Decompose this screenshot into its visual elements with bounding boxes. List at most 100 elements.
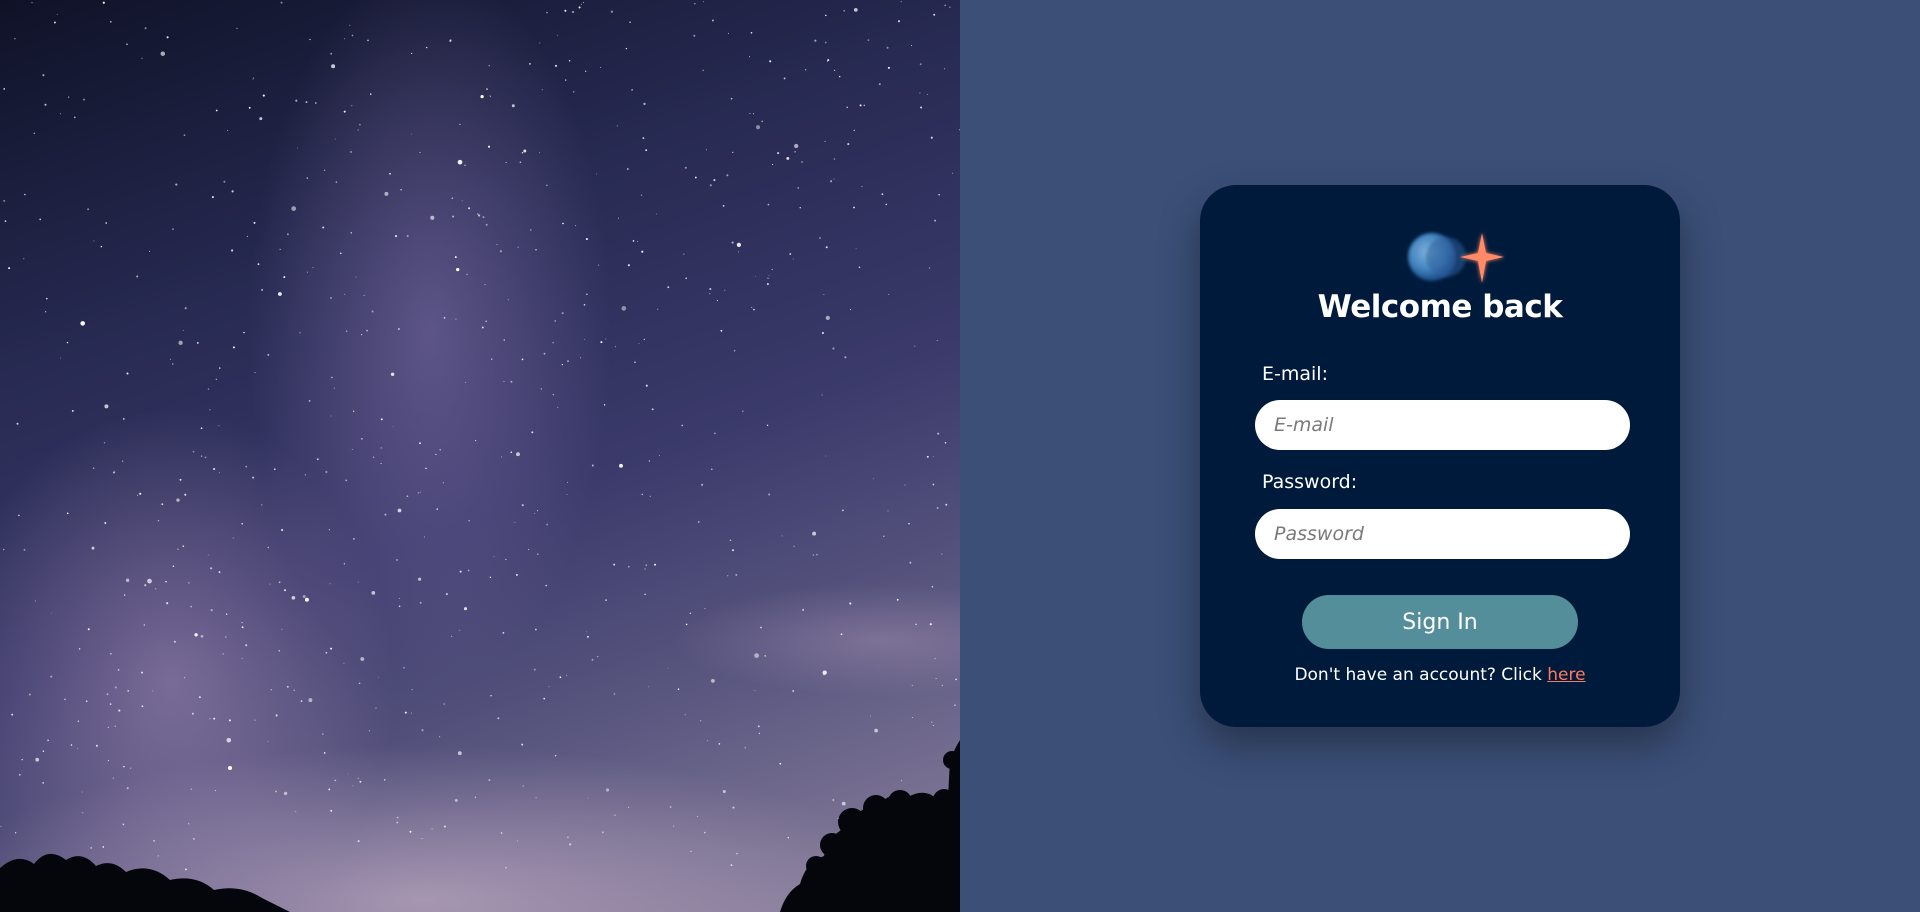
star bbox=[11, 713, 14, 716]
email-field[interactable] bbox=[1255, 400, 1630, 450]
star bbox=[600, 67, 602, 69]
star bbox=[610, 10, 613, 13]
star bbox=[634, 361, 636, 363]
star bbox=[757, 725, 760, 728]
star bbox=[694, 176, 697, 179]
star bbox=[750, 31, 753, 34]
star bbox=[175, 183, 178, 186]
star bbox=[14, 832, 17, 834]
star bbox=[911, 45, 912, 46]
star bbox=[3, 88, 6, 90]
star bbox=[733, 349, 736, 352]
star bbox=[841, 801, 846, 806]
star bbox=[561, 312, 564, 315]
star bbox=[614, 814, 616, 816]
star bbox=[648, 460, 651, 462]
star bbox=[711, 19, 714, 22]
star bbox=[105, 222, 107, 224]
star bbox=[540, 388, 542, 390]
star bbox=[833, 178, 835, 180]
star bbox=[792, 690, 795, 692]
star bbox=[210, 567, 213, 570]
star bbox=[177, 548, 179, 550]
star bbox=[44, 103, 47, 106]
star bbox=[539, 152, 541, 154]
star bbox=[505, 866, 507, 869]
star bbox=[812, 531, 817, 536]
star bbox=[357, 129, 359, 131]
star bbox=[308, 698, 313, 703]
sign-in-button[interactable]: Sign In bbox=[1302, 595, 1578, 649]
star bbox=[510, 451, 513, 454]
star bbox=[561, 363, 563, 366]
star bbox=[567, 836, 569, 839]
star bbox=[753, 113, 755, 115]
star bbox=[443, 703, 445, 705]
star bbox=[403, 666, 405, 669]
star bbox=[278, 581, 281, 584]
star bbox=[281, 628, 283, 630]
star bbox=[302, 595, 306, 598]
star bbox=[760, 626, 762, 629]
star bbox=[859, 104, 862, 107]
night-sky-illustration bbox=[0, 1, 960, 912]
star bbox=[246, 235, 249, 238]
star bbox=[944, 441, 947, 444]
star bbox=[797, 186, 800, 189]
star bbox=[731, 241, 734, 244]
star bbox=[559, 676, 562, 679]
star bbox=[628, 806, 630, 808]
star bbox=[641, 250, 644, 253]
star bbox=[669, 806, 672, 808]
star bbox=[503, 380, 505, 383]
star bbox=[102, 1, 105, 4]
star bbox=[673, 825, 675, 827]
star bbox=[183, 134, 186, 137]
star bbox=[380, 462, 382, 465]
star bbox=[533, 668, 536, 671]
star bbox=[514, 522, 516, 523]
star bbox=[370, 93, 372, 95]
star bbox=[33, 132, 36, 135]
star bbox=[204, 456, 207, 459]
star bbox=[329, 583, 331, 585]
star bbox=[360, 333, 363, 336]
star bbox=[853, 129, 855, 132]
star bbox=[227, 765, 233, 771]
star bbox=[819, 237, 821, 239]
star bbox=[451, 635, 453, 637]
star bbox=[78, 648, 81, 650]
star bbox=[322, 733, 324, 735]
star bbox=[304, 474, 306, 476]
star bbox=[786, 156, 790, 160]
star bbox=[184, 307, 187, 310]
star bbox=[554, 320, 556, 322]
star bbox=[591, 464, 594, 467]
star bbox=[821, 331, 825, 335]
star bbox=[214, 790, 217, 792]
star bbox=[557, 406, 559, 408]
star bbox=[605, 599, 607, 601]
star bbox=[325, 651, 328, 654]
star bbox=[161, 503, 164, 506]
star bbox=[768, 275, 770, 276]
star bbox=[529, 63, 531, 65]
star bbox=[619, 463, 623, 468]
password-field[interactable] bbox=[1255, 509, 1630, 559]
star bbox=[331, 64, 336, 69]
star bbox=[601, 831, 604, 834]
star bbox=[617, 217, 620, 219]
star bbox=[406, 495, 409, 498]
star bbox=[861, 185, 863, 187]
star bbox=[629, 21, 631, 24]
star bbox=[172, 363, 174, 365]
star bbox=[730, 864, 733, 867]
star bbox=[23, 258, 25, 260]
star bbox=[349, 24, 351, 26]
star bbox=[389, 172, 391, 175]
star bbox=[703, 1, 704, 3]
star bbox=[248, 106, 251, 109]
star bbox=[500, 832, 503, 834]
signup-link[interactable]: here bbox=[1547, 665, 1585, 685]
star bbox=[328, 788, 331, 791]
